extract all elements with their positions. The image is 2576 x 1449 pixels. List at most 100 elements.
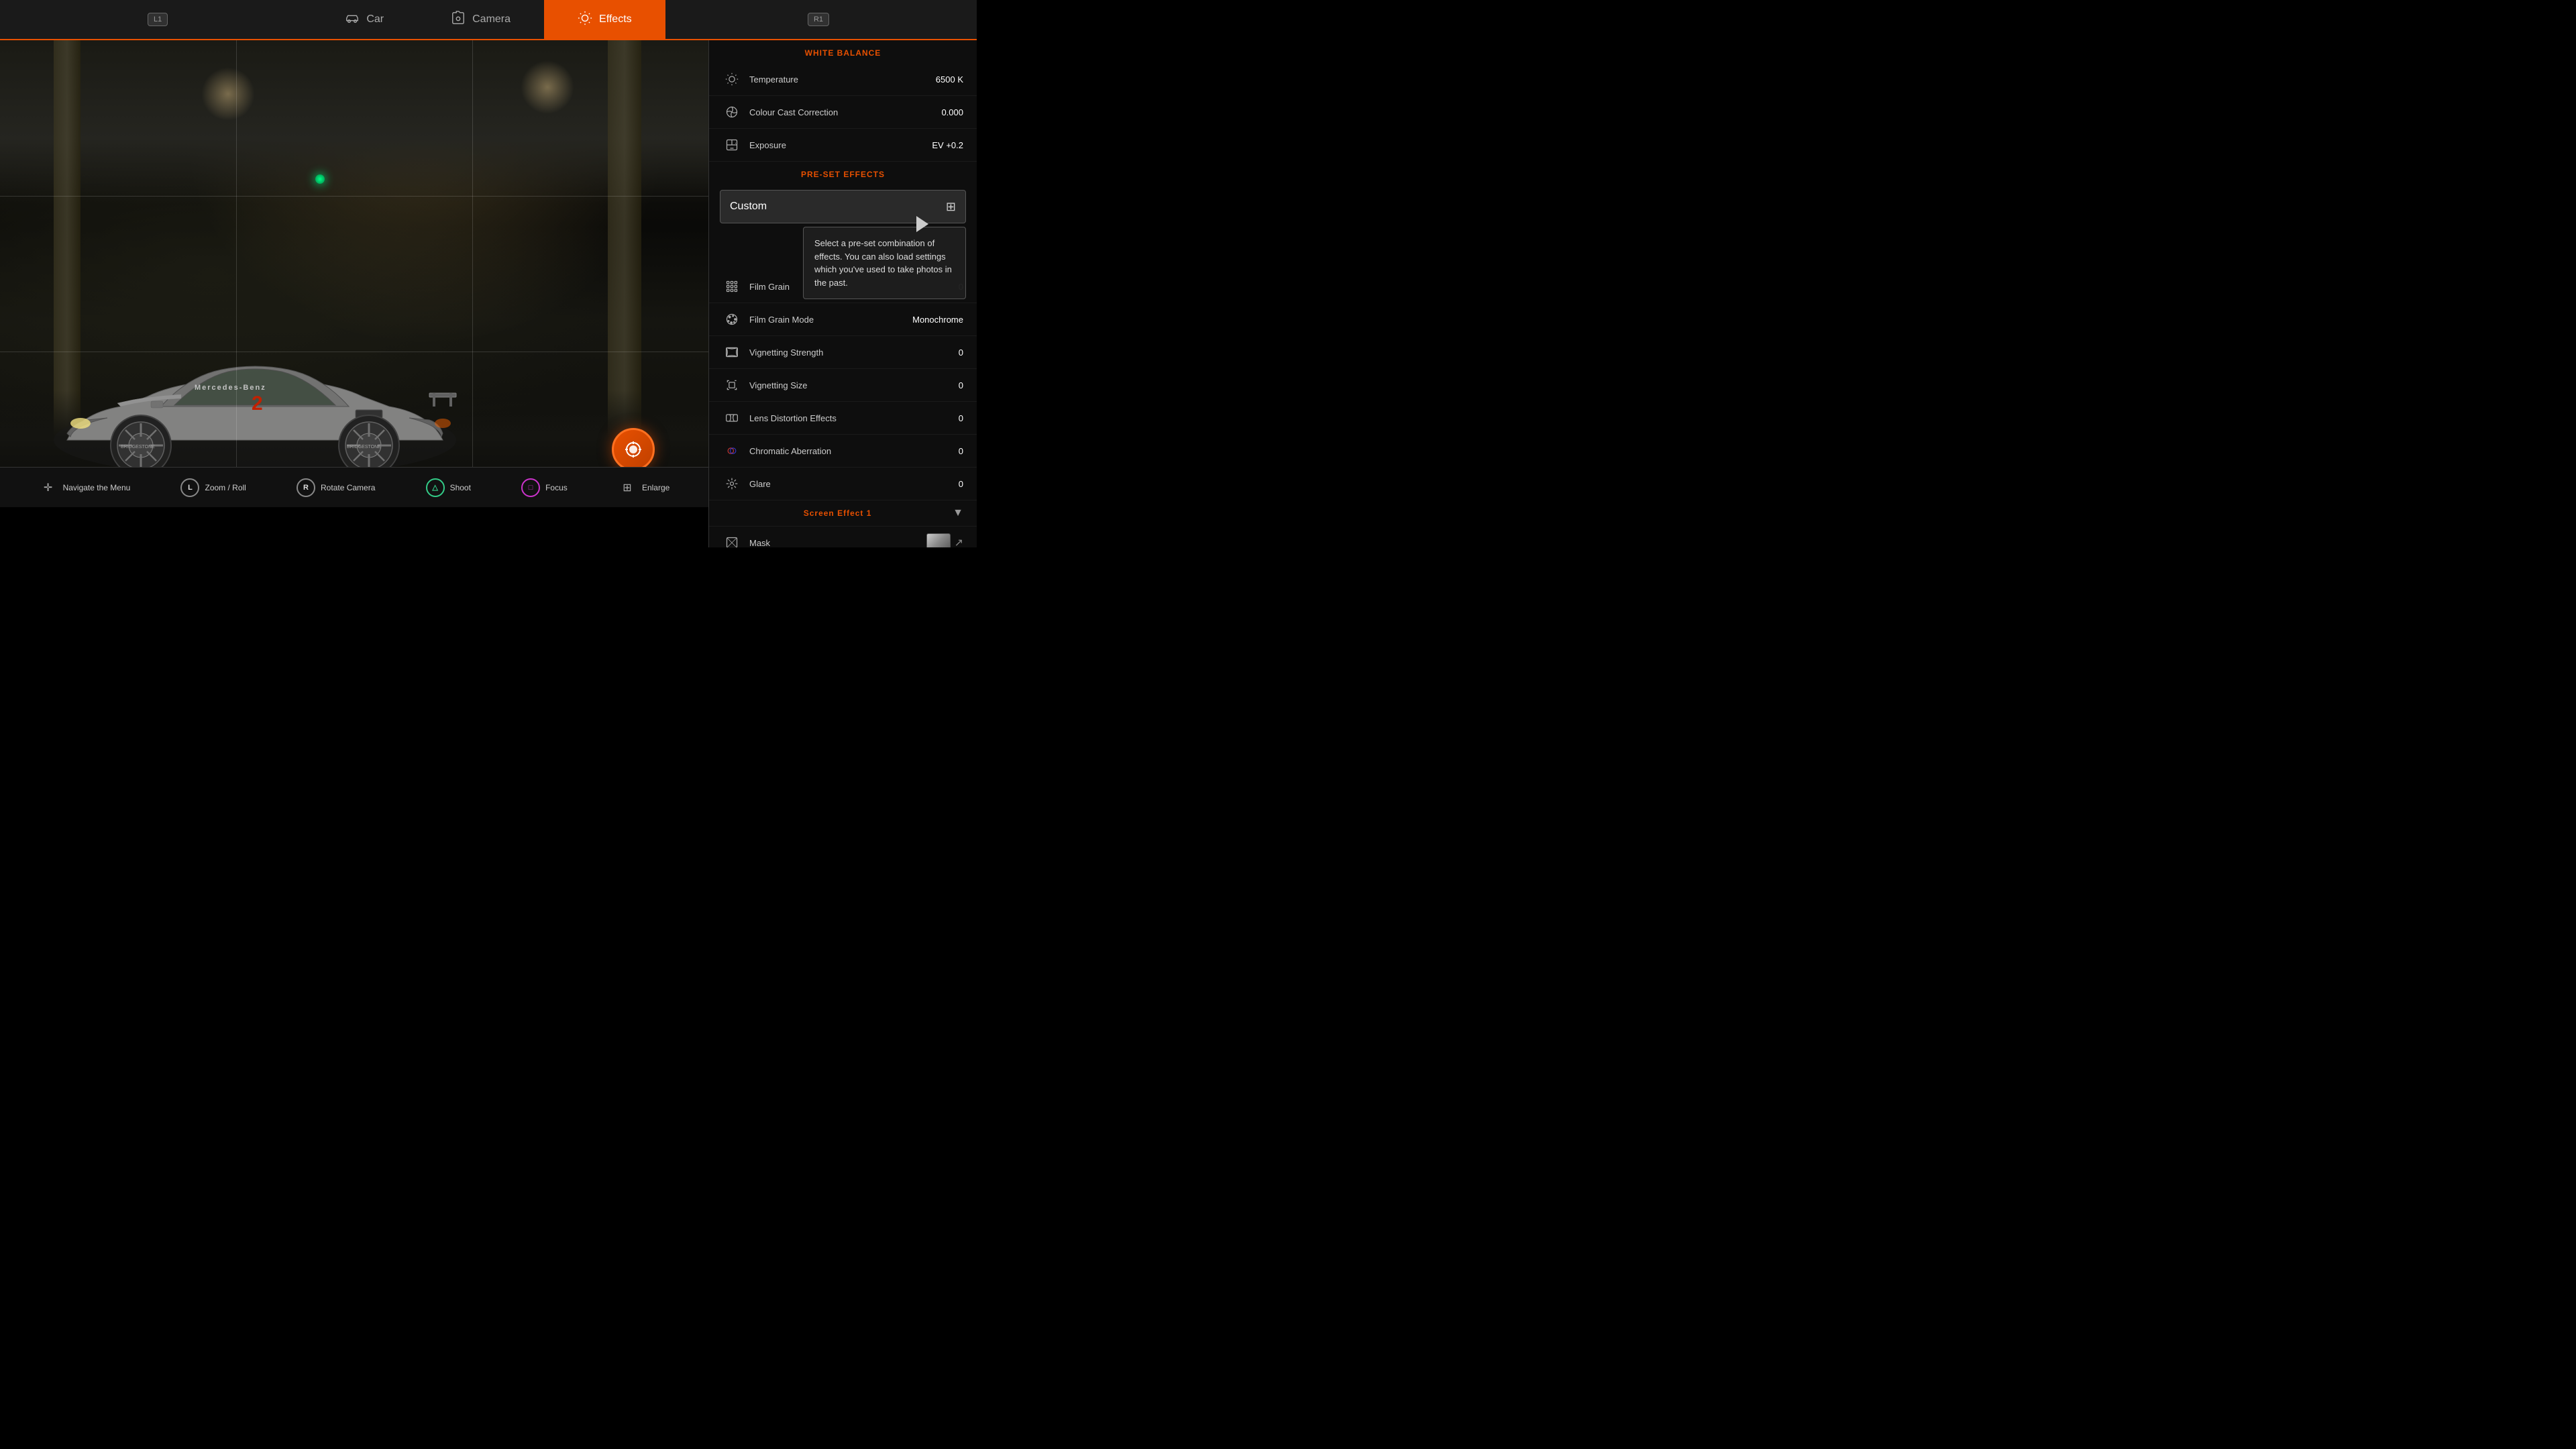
traffic-light-green <box>315 174 325 184</box>
vignetting-size-value: 0 <box>959 380 963 390</box>
r-button: R <box>297 478 315 497</box>
lens-distortion-row[interactable]: Lens Distortion Effects 0 <box>709 402 977 435</box>
preset-selector-container: Custom ⊞ Select a pre-set combination of… <box>709 190 977 223</box>
control-rotate-label: Rotate Camera <box>321 483 375 492</box>
lens-distortion-value: 0 <box>959 413 963 423</box>
exposure-value: EV +0.2 <box>932 140 963 150</box>
tab-effects-label: Effects <box>599 13 632 25</box>
vignetting-strength-value: 0 <box>959 347 963 358</box>
chromatic-aberration-value: 0 <box>959 446 963 456</box>
control-enlarge-label: Enlarge <box>642 483 669 492</box>
vignetting-size-label: Vignetting Size <box>749 380 959 390</box>
lens-distortion-icon <box>722 409 741 427</box>
vignetting-size-icon <box>722 376 741 394</box>
control-rotate: R Rotate Camera <box>297 478 375 497</box>
ceiling-light-1 <box>201 67 255 121</box>
screen-effect-header[interactable]: Screen Effect 1 ▼ <box>709 500 977 527</box>
svg-text:BRIDGESTONE: BRIDGESTONE <box>121 445 155 449</box>
tab-car[interactable]: Car <box>311 0 417 39</box>
control-navigate-label: Navigate the Menu <box>63 483 131 492</box>
dpad-icon: ✛ <box>39 478 58 497</box>
effects-icon <box>578 11 592 29</box>
mask-label: Mask <box>749 538 926 548</box>
film-grain-mode-label: Film Grain Mode <box>749 315 912 325</box>
film-grain-mode-value: Monochrome <box>912 315 963 325</box>
chromatic-aberration-label: Chromatic Aberration <box>749 446 959 456</box>
ceiling-light-2 <box>521 60 574 114</box>
exposure-icon <box>722 136 741 154</box>
glare-icon <box>722 474 741 493</box>
tab-camera[interactable]: Camera <box>417 0 544 39</box>
colour-cast-label: Colour Cast Correction <box>749 107 941 117</box>
control-zoom-label: Zoom / Roll <box>205 483 246 492</box>
exposure-label: Exposure <box>749 140 932 150</box>
bottom-controls-bar: ✛ Navigate the Menu L Zoom / Roll R Rota… <box>0 467 708 507</box>
chromatic-aberration-row[interactable]: Chromatic Aberration 0 <box>709 435 977 468</box>
temperature-value: 6500 K <box>936 74 963 85</box>
vignetting-size-row[interactable]: Vignetting Size 0 <box>709 369 977 402</box>
glare-row[interactable]: Glare 0 <box>709 468 977 500</box>
svg-text:2: 2 <box>252 392 263 415</box>
glare-value: 0 <box>959 479 963 489</box>
shoot-circle <box>612 428 655 471</box>
tab-camera-label: Camera <box>472 13 511 25</box>
preset-effects-header: Pre-Set Effects <box>709 162 977 184</box>
options-icon: ⊞ <box>618 478 637 497</box>
tab-effects[interactable]: Effects <box>544 0 665 39</box>
right-panel: White Balance Temperature 6500 K <box>708 40 977 547</box>
temperature-icon <box>722 70 741 89</box>
mask-preview <box>926 533 951 547</box>
camera-shutter-icon <box>623 439 644 460</box>
control-enlarge: ⊞ Enlarge <box>618 478 669 497</box>
colour-cast-value: 0.000 <box>941 107 963 117</box>
film-grain-mode-row[interactable]: Film Grain Mode Monochrome <box>709 303 977 336</box>
car-image: 2 Mercedes-Benz BRIDGESTONE BRIDGESTONE <box>13 279 496 494</box>
tooltip-text: Select a pre-set combination of effects.… <box>814 238 952 288</box>
chevron-down-icon: ▼ <box>953 507 963 519</box>
ceiling-bg <box>0 40 708 204</box>
chromatic-aberration-icon <box>722 441 741 460</box>
grid-icon: ⊞ <box>946 200 956 214</box>
vignetting-strength-icon <box>722 343 741 362</box>
car-scene: 2 Mercedes-Benz BRIDGESTONE BRIDGESTONE <box>0 40 708 507</box>
preset-selected-label: Custom <box>730 201 946 213</box>
control-shoot-label: Shoot <box>450 483 471 492</box>
control-focus: □ Focus <box>521 478 568 497</box>
film-grain-icon <box>722 277 741 296</box>
triangle-button: △ <box>426 478 445 497</box>
screen-effect-title: Screen Effect 1 <box>722 508 953 518</box>
control-zoom: L Zoom / Roll <box>180 478 246 497</box>
white-balance-header: White Balance <box>709 40 977 63</box>
mask-row[interactable]: Mask ↗ <box>709 527 977 547</box>
colour-cast-icon <box>722 103 741 121</box>
scene-background: 2 Mercedes-Benz BRIDGESTONE BRIDGESTONE <box>0 40 708 507</box>
camera-icon <box>451 11 466 29</box>
temperature-row[interactable]: Temperature 6500 K <box>709 63 977 96</box>
svg-text:BRIDGESTONE: BRIDGESTONE <box>347 445 381 449</box>
exposure-row[interactable]: Exposure EV +0.2 <box>709 129 977 162</box>
svg-text:Mercedes-Benz: Mercedes-Benz <box>195 384 266 392</box>
mask-diagonal-icon: ↗ <box>955 536 963 547</box>
top-navigation: L1 Car Camera <box>0 0 977 40</box>
preset-selector[interactable]: Custom ⊞ <box>720 190 966 223</box>
control-focus-label: Focus <box>545 483 568 492</box>
preset-tooltip: Select a pre-set combination of effects.… <box>803 227 966 299</box>
l1-trigger[interactable]: L1 <box>148 13 168 26</box>
lens-distortion-label: Lens Distortion Effects <box>749 413 959 423</box>
vignetting-strength-row[interactable]: Vignetting Strength 0 <box>709 336 977 369</box>
l-button: L <box>180 478 199 497</box>
square-button: □ <box>521 478 540 497</box>
film-grain-mode-icon <box>722 310 741 329</box>
r1-trigger[interactable]: R1 <box>808 13 829 26</box>
vignetting-strength-label: Vignetting Strength <box>749 347 959 358</box>
tab-car-label: Car <box>366 13 384 25</box>
control-shoot: △ Shoot <box>426 478 471 497</box>
temperature-label: Temperature <box>749 74 936 85</box>
cursor-arrow <box>916 216 928 232</box>
mask-icon <box>722 533 741 547</box>
glare-label: Glare <box>749 479 959 489</box>
control-navigate: ✛ Navigate the Menu <box>39 478 131 497</box>
car-icon <box>345 11 360 29</box>
main-viewport: 2 Mercedes-Benz BRIDGESTONE BRIDGESTONE <box>0 40 708 507</box>
colour-cast-row[interactable]: Colour Cast Correction 0.000 <box>709 96 977 129</box>
